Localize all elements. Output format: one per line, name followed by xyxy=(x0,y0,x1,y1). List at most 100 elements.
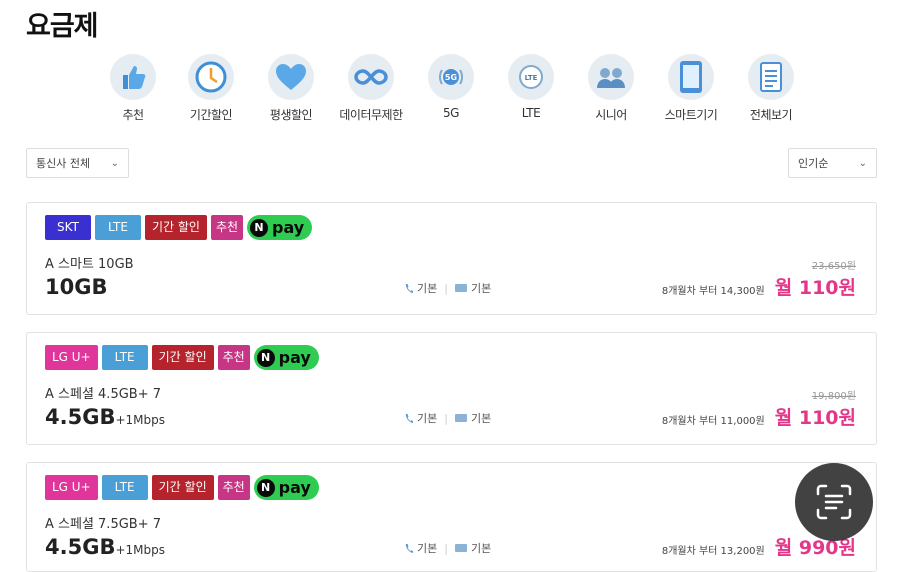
heart-icon xyxy=(268,54,314,100)
plan-name: A 스페셜 7.5GB+ 7 xyxy=(45,517,162,532)
plan-card[interactable]: LG U+ LTE 기간 할인 추천 Npay A 스페셜 4.5GB+ 7 4… xyxy=(26,332,877,445)
promo-pricing: 8개월차 부터 14,300원 월 110원 xyxy=(662,273,856,300)
carrier-filter-select[interactable]: 통신사 전체 ⌄ xyxy=(26,148,129,178)
original-price: 23,650원 xyxy=(811,261,856,272)
category-label: 기간할인 xyxy=(189,108,233,122)
promo-text: 8개월차 부터 13,200원 xyxy=(661,546,765,557)
promo-text: 8개월차 부터 14,300원 xyxy=(661,286,765,297)
sort-label: 인기순 xyxy=(798,157,829,170)
plan-data: 4.5GB xyxy=(45,535,116,559)
sort-select[interactable]: 인기순 ⌄ xyxy=(788,148,877,178)
message-icon xyxy=(454,414,467,422)
category-label: 시니어 xyxy=(595,108,627,122)
plan-data-extra: +1Mbps xyxy=(115,413,165,427)
category-lifetime-discount[interactable]: 평생할인 xyxy=(250,54,332,123)
plan-basic-services: 기본 | 기본 xyxy=(404,410,491,426)
carrier-badge: LG U+ xyxy=(45,475,98,500)
page-title: 요금제 xyxy=(26,11,99,42)
message-icon xyxy=(454,544,467,552)
npay-logo-icon: N xyxy=(256,478,275,497)
plan-name: A 스마트 10GB xyxy=(45,257,134,272)
npay-label: pay xyxy=(278,348,311,367)
phone-icon xyxy=(405,283,413,293)
category-label: LTE xyxy=(521,106,541,120)
recommend-badge: 추천 xyxy=(217,345,250,370)
plan-name: A 스페셜 4.5GB+ 7 xyxy=(45,387,162,402)
plan-tags: LG U+ LTE 기간 할인 추천 Npay xyxy=(45,475,319,500)
5g-icon: 5G xyxy=(428,54,474,100)
plan-tags: SKT LTE 기간 할인 추천 Npay xyxy=(45,215,313,240)
npay-label: pay xyxy=(271,218,305,237)
phone-icon xyxy=(405,413,413,423)
svg-text:LTE: LTE xyxy=(525,74,538,82)
chevron-down-icon: ⌄ xyxy=(110,157,119,169)
network-badge: LTE xyxy=(101,475,148,500)
period-discount-badge: 기간 할인 xyxy=(151,345,214,370)
npay-badge: Npay xyxy=(253,345,319,370)
lte-icon: LTE xyxy=(508,54,554,100)
senior-icon xyxy=(588,54,634,100)
plan-basic-services: 기본 | 기본 xyxy=(404,280,491,296)
category-label: 스마트기기 xyxy=(664,108,718,122)
divider: | xyxy=(444,281,448,295)
plan-basic-services: 기본 | 기본 xyxy=(404,540,491,556)
plan-data-extra: +1Mbps xyxy=(115,543,165,557)
category-unlimited-data[interactable]: 데이터무제한 xyxy=(330,54,412,123)
category-period-discount[interactable]: 기간할인 xyxy=(170,54,252,123)
recommend-badge: 추천 xyxy=(217,475,250,500)
message-icon xyxy=(454,284,467,292)
category-label: 5G xyxy=(443,106,459,120)
monthly-price: 월 110원 xyxy=(774,277,856,299)
plan-data: 4.5GB xyxy=(45,405,116,429)
carrier-badge: SKT xyxy=(45,215,91,240)
divider: | xyxy=(444,411,448,425)
plan-data-amount: 10GB xyxy=(45,275,107,299)
npay-logo-icon: N xyxy=(249,218,268,237)
promo-text: 8개월차 부터 11,000원 xyxy=(661,416,765,427)
plan-data-amount: 4.5GB+1Mbps xyxy=(45,535,165,559)
plan-card[interactable]: SKT LTE 기간 할인 추천 Npay A 스마트 10GB 10GB 기본… xyxy=(26,202,877,315)
svg-text:5G: 5G xyxy=(445,73,457,82)
category-lte[interactable]: LTE LTE xyxy=(490,54,572,120)
category-recommend[interactable]: 추천 xyxy=(92,54,174,123)
recommend-badge: 추천 xyxy=(210,215,243,240)
plan-tags: LG U+ LTE 기간 할인 추천 Npay xyxy=(45,345,319,370)
npay-badge: Npay xyxy=(246,215,313,240)
category-view-all[interactable]: 전체보기 xyxy=(730,54,812,123)
plan-data-amount: 4.5GB+1Mbps xyxy=(45,405,165,429)
npay-logo-icon: N xyxy=(256,348,275,367)
original-price: 19,800원 xyxy=(811,391,856,402)
plan-card[interactable]: LG U+ LTE 기간 할인 추천 Npay A 스페셜 7.5GB+ 7 4… xyxy=(26,462,877,572)
category-label: 평생할인 xyxy=(269,108,313,122)
category-smart-device[interactable]: 스마트기기 xyxy=(650,54,732,123)
text-scan-button[interactable] xyxy=(795,463,873,541)
message-label: 기본 xyxy=(470,542,492,555)
network-badge: LTE xyxy=(101,345,148,370)
clock-icon xyxy=(188,54,234,100)
category-label: 추천 xyxy=(122,108,144,122)
message-label: 기본 xyxy=(470,282,492,295)
call-label: 기본 xyxy=(417,282,438,295)
phone-icon xyxy=(405,543,413,553)
network-badge: LTE xyxy=(95,215,141,240)
npay-label: pay xyxy=(278,478,311,497)
tablet-icon xyxy=(668,54,714,100)
thumbs-up-icon xyxy=(110,54,156,100)
period-discount-badge: 기간 할인 xyxy=(151,475,214,500)
carrier-filter-label: 통신사 전체 xyxy=(36,157,91,170)
monthly-price: 월 110원 xyxy=(774,407,856,429)
category-5g[interactable]: 5G 5G xyxy=(410,54,492,120)
divider: | xyxy=(444,541,448,555)
category-label: 전체보기 xyxy=(749,108,793,122)
category-nav: 추천 기간할인 평생할인 데이터무제한 5G 5G LTE LTE 시니어 스마… xyxy=(92,54,812,126)
npay-badge: Npay xyxy=(253,475,319,500)
document-icon xyxy=(748,54,794,100)
infinity-icon xyxy=(348,54,394,100)
call-label: 기본 xyxy=(417,542,438,555)
promo-pricing: 8개월차 부터 11,000원 월 110원 xyxy=(662,403,856,430)
category-senior[interactable]: 시니어 xyxy=(570,54,652,123)
call-label: 기본 xyxy=(417,412,438,425)
scan-text-icon xyxy=(816,484,852,520)
plan-data: 10GB xyxy=(45,275,108,299)
chevron-down-icon: ⌄ xyxy=(858,157,867,169)
